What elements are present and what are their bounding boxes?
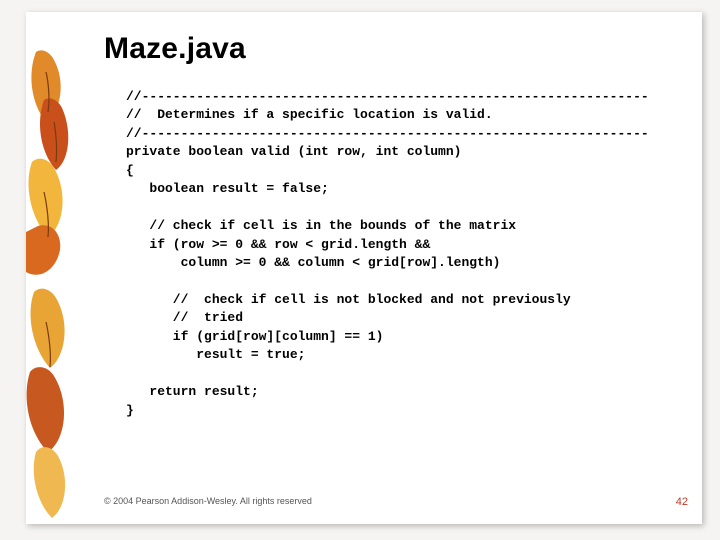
code-line: column >= 0 && column < grid[row].length… <box>126 255 500 270</box>
code-line: } <box>126 403 134 418</box>
code-line: // check if cell is in the bounds of the… <box>126 218 516 233</box>
slide-title: Maze.java <box>104 32 246 66</box>
code-line: if (grid[row][column] == 1) <box>126 329 383 344</box>
code-line: if (row >= 0 && row < grid.length && <box>126 237 430 252</box>
code-line: boolean result = false; <box>126 181 329 196</box>
code-line: // tried <box>126 310 243 325</box>
slide: Maze.java //----------------------------… <box>26 12 702 524</box>
code-line: //--------------------------------------… <box>126 126 649 141</box>
left-decoration <box>26 12 72 524</box>
code-line: { <box>126 163 134 178</box>
copyright-footer: © 2004 Pearson Addison-Wesley. All right… <box>104 496 312 506</box>
code-line: //--------------------------------------… <box>126 89 649 104</box>
page-number: 42 <box>676 496 688 508</box>
leaf-border-svg <box>26 12 72 524</box>
code-line: private boolean valid (int row, int colu… <box>126 144 461 159</box>
code-line: result = true; <box>126 347 305 362</box>
code-line: // Determines if a specific location is … <box>126 107 493 122</box>
code-line: return result; <box>126 384 259 399</box>
code-block: //--------------------------------------… <box>126 88 686 420</box>
code-line: // check if cell is not blocked and not … <box>126 292 571 307</box>
